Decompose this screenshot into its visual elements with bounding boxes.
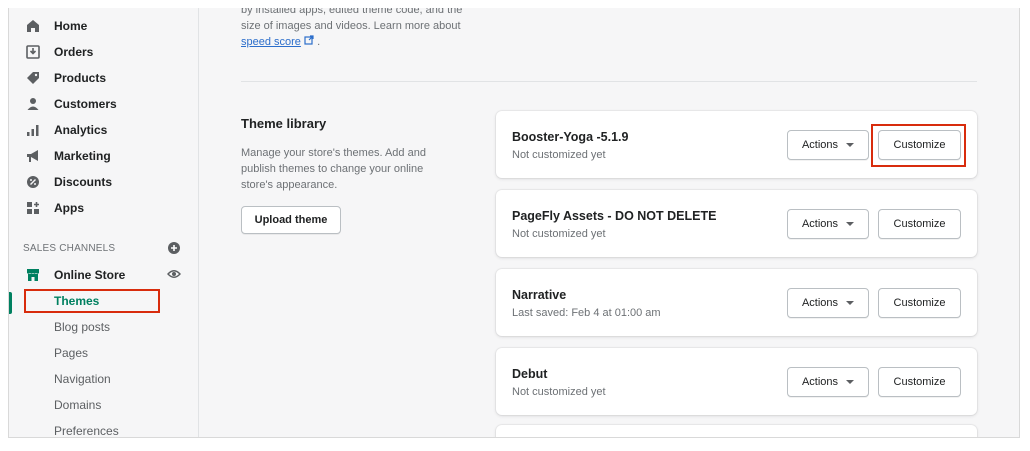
theme-status: Not customized yet xyxy=(512,386,606,398)
theme-status: Not customized yet xyxy=(512,228,606,240)
sidebar-subitem-label: Navigation xyxy=(54,372,111,386)
sidebar-subitem-preferences[interactable]: Preferences xyxy=(9,418,198,438)
sidebar-item-label: Customers xyxy=(54,97,117,111)
sidebar-item-marketing[interactable]: Marketing xyxy=(9,143,198,169)
tag-icon xyxy=(25,70,41,86)
external-link-icon xyxy=(304,35,317,48)
intro-text: by installed apps, edited theme code, an… xyxy=(241,8,463,32)
actions-button[interactable]: Actions xyxy=(787,367,869,397)
speed-score-link-label: speed score xyxy=(241,36,301,48)
actions-button-label: Actions xyxy=(801,297,839,309)
section-divider xyxy=(241,81,977,82)
sidebar-subitem-blog-posts[interactable]: Blog posts xyxy=(9,314,198,340)
sidebar-item-label: Products xyxy=(54,71,107,85)
sidebar-item-home[interactable]: Home xyxy=(9,13,198,39)
theme-status: Not customized yet xyxy=(512,149,606,161)
apps-icon xyxy=(25,200,41,216)
customize-button[interactable]: Customize xyxy=(878,367,961,397)
theme-library-description: Manage your store's themes. Add and publ… xyxy=(241,147,426,191)
sales-channels-heading: SALES CHANNELS xyxy=(23,243,116,254)
sidebar-item-apps[interactable]: Apps xyxy=(9,195,198,221)
main-content: by installed apps, edited theme code, an… xyxy=(199,8,1019,437)
customize-button[interactable]: Customize xyxy=(878,288,961,318)
speed-score-link[interactable]: speed score xyxy=(241,36,301,48)
sidebar-item-label: Discounts xyxy=(54,175,113,189)
person-icon xyxy=(25,96,41,112)
sidebar-item-analytics[interactable]: Analytics xyxy=(9,117,198,143)
actions-button[interactable]: Actions xyxy=(787,288,869,318)
sidebar-subitem-label: Domains xyxy=(54,398,102,412)
theme-card: Narrative Last saved: Feb 4 at 01:00 am … xyxy=(496,269,977,336)
actions-button[interactable]: Actions xyxy=(787,209,869,239)
theme-status: Last saved: Feb 4 at 01:00 am xyxy=(512,307,661,319)
caret-down-icon xyxy=(846,380,855,384)
caret-down-icon xyxy=(846,143,855,147)
theme-library-title: Theme library xyxy=(241,116,327,131)
megaphone-icon xyxy=(25,148,41,164)
sidebar-subitem-navigation[interactable]: Navigation xyxy=(9,366,198,392)
sidebar-item-label: Analytics xyxy=(54,123,108,137)
actions-button-label: Actions xyxy=(801,218,839,230)
sidebar-item-discounts[interactable]: Discounts xyxy=(9,169,198,195)
bar-chart-icon xyxy=(25,122,41,138)
theme-card: Booster-Yoga -5.1.9 Not customized yet A… xyxy=(496,111,977,178)
sidebar-item-label: Online Store xyxy=(54,268,126,282)
sidebar-item-orders[interactable]: Orders xyxy=(9,39,198,65)
caret-down-icon xyxy=(846,222,855,226)
discount-icon xyxy=(25,174,41,190)
sidebar-subitem-label: Pages xyxy=(54,346,89,360)
theme-card: PageFly Assets - DO NOT DELETE Not custo… xyxy=(496,190,977,257)
theme-name: PageFly Assets - DO NOT DELETE xyxy=(512,209,717,223)
sidebar-subitem-label: Preferences xyxy=(54,424,119,438)
eye-icon[interactable] xyxy=(167,267,181,281)
actions-button-label: Actions xyxy=(801,376,839,388)
theme-name: Booster-Yoga -5.1.9 xyxy=(512,130,629,144)
sidebar-subitem-label: Blog posts xyxy=(54,320,111,334)
theme-card: Debut Not customized yet Actions Customi… xyxy=(496,348,977,415)
intro-text-end: . xyxy=(317,36,321,48)
customize-button[interactable]: Customize xyxy=(878,209,961,239)
sidebar-item-label: Marketing xyxy=(54,149,111,163)
sidebar-item-label: Orders xyxy=(54,45,94,59)
theme-name: Debut xyxy=(512,367,548,381)
sidebar-subitem-domains[interactable]: Domains xyxy=(9,392,198,418)
home-icon xyxy=(25,18,41,34)
app-frame: Home Orders Products Customers Analytics xyxy=(8,8,1020,438)
theme-card-partial xyxy=(496,425,977,437)
highlight-box xyxy=(24,289,160,313)
store-icon xyxy=(25,267,41,283)
sidebar-item-customers[interactable]: Customers xyxy=(9,91,198,117)
sidebar: Home Orders Products Customers Analytics xyxy=(9,8,199,437)
actions-button[interactable]: Actions xyxy=(787,130,869,160)
orders-icon xyxy=(25,44,41,60)
highlight-box xyxy=(871,124,966,167)
sidebar-item-label: Home xyxy=(54,19,88,33)
sidebar-item-products[interactable]: Products xyxy=(9,65,198,91)
actions-button-label: Actions xyxy=(801,139,839,151)
caret-down-icon xyxy=(846,301,855,305)
sidebar-item-label: Apps xyxy=(54,201,84,215)
speed-score-intro: by installed apps, edited theme code, an… xyxy=(241,8,471,50)
sidebar-subitem-pages[interactable]: Pages xyxy=(9,340,198,366)
theme-name: Narrative xyxy=(512,288,567,302)
upload-theme-button[interactable]: Upload theme xyxy=(241,206,341,234)
add-channel-plus-icon[interactable] xyxy=(167,241,181,255)
